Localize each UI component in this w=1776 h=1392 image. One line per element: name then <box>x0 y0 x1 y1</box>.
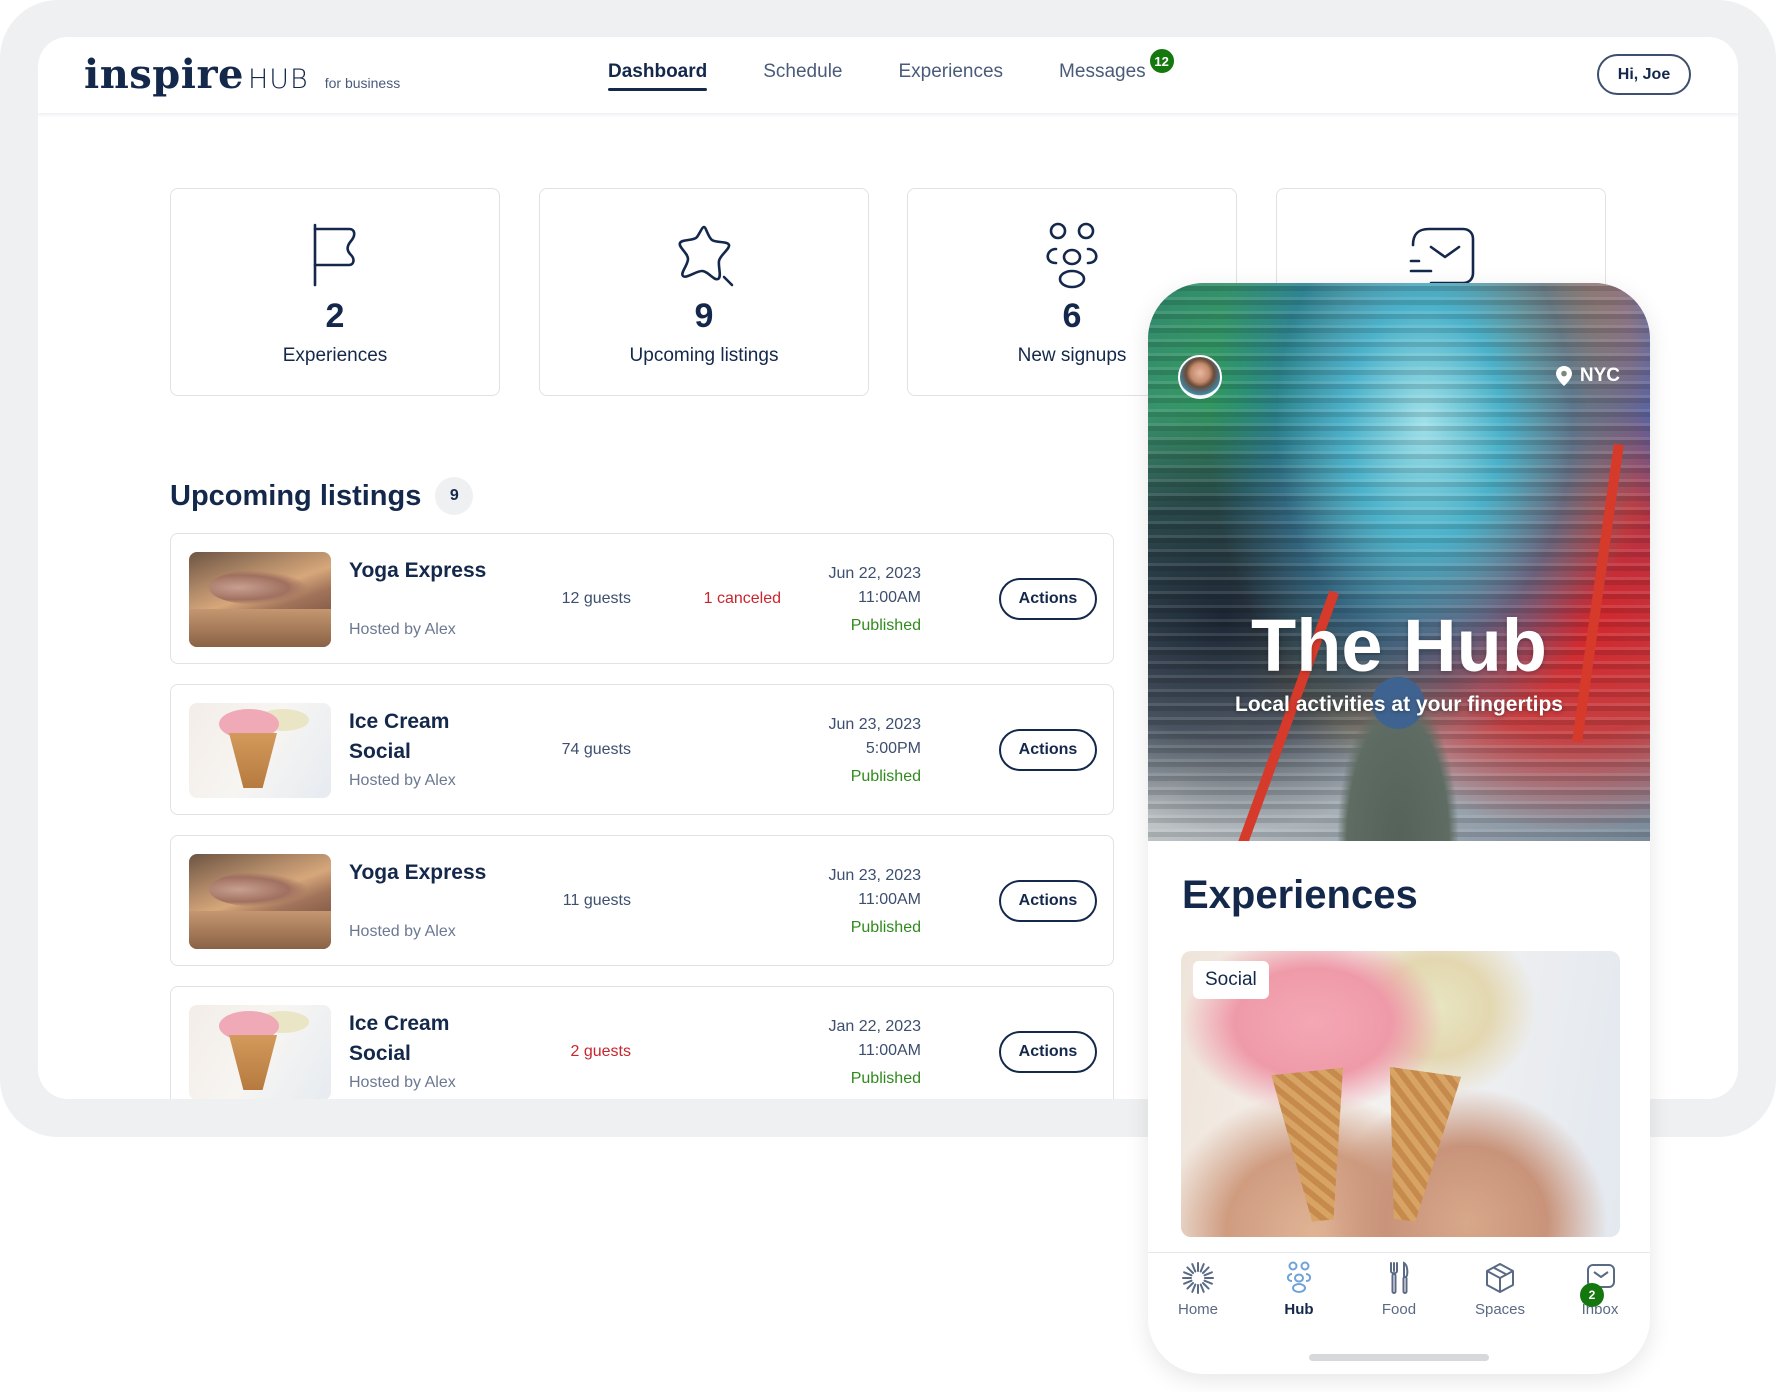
hero-banner-image: NYC The Hub Local activities at your fin… <box>1148 283 1650 841</box>
listing-datetime: Jan 22, 2023 11:00AM <box>791 1015 921 1063</box>
logo-wordmark: inspire <box>84 51 244 98</box>
user-menu-button[interactable]: Hi, Joe <box>1597 54 1691 95</box>
fork-knife-icon <box>1390 1261 1409 1294</box>
listing-host: Hosted by Alex <box>349 772 456 789</box>
actions-button[interactable]: Actions <box>999 1031 1097 1073</box>
cone-left <box>1271 1068 1358 1225</box>
tab-label: Food <box>1381 1301 1417 1318</box>
nav-tab-experiences[interactable]: Experiences <box>898 61 1003 89</box>
home-indicator[interactable] <box>1309 1354 1489 1361</box>
listing-title[interactable]: Ice Cream Social <box>349 707 489 767</box>
listing-status: Published <box>850 1070 921 1087</box>
listing-date: Jun 23, 2023 <box>828 716 921 733</box>
mail-fast-icon <box>1409 227 1475 285</box>
listing-canceled: 1 canceled <box>703 590 781 607</box>
listing-time: 11:00AM <box>858 891 921 908</box>
cube-icon <box>1486 1263 1514 1293</box>
location-label: NYC <box>1579 365 1620 386</box>
nav-tab-messages-label: Messages <box>1059 61 1146 82</box>
location-pin-icon <box>1555 366 1572 386</box>
cone-right <box>1369 1067 1461 1226</box>
logo-product: HUB <box>247 64 309 95</box>
listing-guests: 74 guests <box>561 741 631 758</box>
people-group-icon <box>1046 222 1098 289</box>
star-wand-icon <box>678 225 734 287</box>
listing-host: Hosted by Alex <box>349 621 456 638</box>
tab-label: Home <box>1177 1301 1218 1318</box>
avatar[interactable] <box>1178 355 1222 399</box>
stat-value: 2 <box>325 297 345 335</box>
messages-count-badge: 12 <box>1147 47 1176 75</box>
stat-label: Upcoming listings <box>629 345 779 366</box>
tab-home[interactable]: Home <box>1153 1261 1243 1318</box>
people-group-icon <box>1286 1261 1312 1293</box>
listings-count-badge: 9 <box>435 477 474 515</box>
listing-host: Hosted by Alex <box>349 1074 456 1091</box>
stat-label: Experiences <box>282 345 388 366</box>
listing-date: Jun 23, 2023 <box>828 867 921 884</box>
section-title: Upcoming listings <box>170 479 422 512</box>
experiences-heading: Experiences <box>1182 873 1418 917</box>
listing-status: Published <box>850 768 921 785</box>
listing-datetime: Jun 22, 2023 11:00AM <box>791 562 921 610</box>
tab-inbox[interactable]: 2 Inbox <box>1555 1261 1645 1318</box>
nav-tab-messages[interactable]: Messages 12 <box>1059 47 1176 89</box>
listing-row[interactable]: Ice Cream Social Hosted by Alex 2 guests… <box>170 986 1114 1099</box>
tab-label: Spaces <box>1474 1301 1526 1318</box>
listing-thumbnail-icecream <box>189 703 331 798</box>
logo-tagline: for business <box>324 75 401 91</box>
inbox-count-badge: 2 <box>1580 1283 1604 1307</box>
hero-title: The Hub <box>1251 604 1547 687</box>
stat-card-experiences[interactable]: 2 Experiences <box>170 188 500 396</box>
actions-button[interactable]: Actions <box>999 880 1097 922</box>
experience-card[interactable]: Social <box>1181 951 1620 1237</box>
listing-guests: 11 guests <box>562 892 631 909</box>
stat-value: 9 <box>694 297 714 335</box>
tab-spaces[interactable]: Spaces <box>1455 1261 1545 1318</box>
category-tag: Social <box>1193 961 1269 999</box>
listing-status: Published <box>850 617 921 634</box>
listing-date: Jun 22, 2023 <box>828 565 921 582</box>
listing-row[interactable]: Yoga Express Hosted by Alex 12 guests 1 … <box>170 533 1114 664</box>
listing-title[interactable]: Yoga Express <box>349 556 489 586</box>
listing-time: 11:00AM <box>858 589 921 606</box>
listing-date: Jan 22, 2023 <box>828 1018 921 1035</box>
mobile-app-mockup: NYC The Hub Local activities at your fin… <box>1148 283 1650 1374</box>
listing-thumbnail-yoga <box>189 854 331 949</box>
listing-title[interactable]: Ice Cream Social <box>349 1009 489 1069</box>
nav-tab-schedule[interactable]: Schedule <box>763 61 842 89</box>
actions-button[interactable]: Actions <box>999 578 1097 620</box>
actions-button[interactable]: Actions <box>999 729 1097 771</box>
listing-row[interactable]: Ice Cream Social Hosted by Alex 74 guest… <box>170 684 1114 815</box>
location-indicator[interactable]: NYC <box>1555 365 1620 387</box>
tab-hub[interactable]: Hub <box>1254 1261 1344 1318</box>
listing-status: Published <box>850 919 921 936</box>
listing-thumbnail-yoga <box>189 552 331 647</box>
listing-datetime: Jun 23, 2023 11:00AM <box>791 864 921 912</box>
flag-icon <box>313 223 356 287</box>
hero-subtitle: Local activities at your fingertips <box>1235 693 1563 716</box>
sunburst-icon <box>1182 1262 1214 1294</box>
listing-host: Hosted by Alex <box>349 923 456 940</box>
nav-tab-dashboard[interactable]: Dashboard <box>608 61 708 91</box>
listing-row[interactable]: Yoga Express Hosted by Alex 11 guests Ju… <box>170 835 1114 966</box>
listing-thumbnail-icecream <box>189 1005 331 1099</box>
logo[interactable]: inspire HUB for business <box>84 51 400 98</box>
listing-datetime: Jun 23, 2023 5:00PM <box>791 713 921 761</box>
listing-time: 5:00PM <box>865 740 921 757</box>
listing-title[interactable]: Yoga Express <box>349 858 489 888</box>
tab-food[interactable]: Food <box>1354 1261 1444 1318</box>
top-navbar: inspire HUB for business Dashboard Sched… <box>38 37 1738 113</box>
listing-guests: 12 guests <box>561 590 631 607</box>
main-nav: Dashboard Schedule Experiences Messages … <box>608 47 1202 91</box>
upcoming-listings-heading: Upcoming listings 9 <box>170 477 474 515</box>
tab-label: Hub <box>1284 1301 1314 1318</box>
listing-time: 11:00AM <box>858 1042 921 1059</box>
listing-guests: 2 guests <box>570 1043 631 1060</box>
stat-card-upcoming-listings[interactable]: 9 Upcoming listings <box>539 188 869 396</box>
